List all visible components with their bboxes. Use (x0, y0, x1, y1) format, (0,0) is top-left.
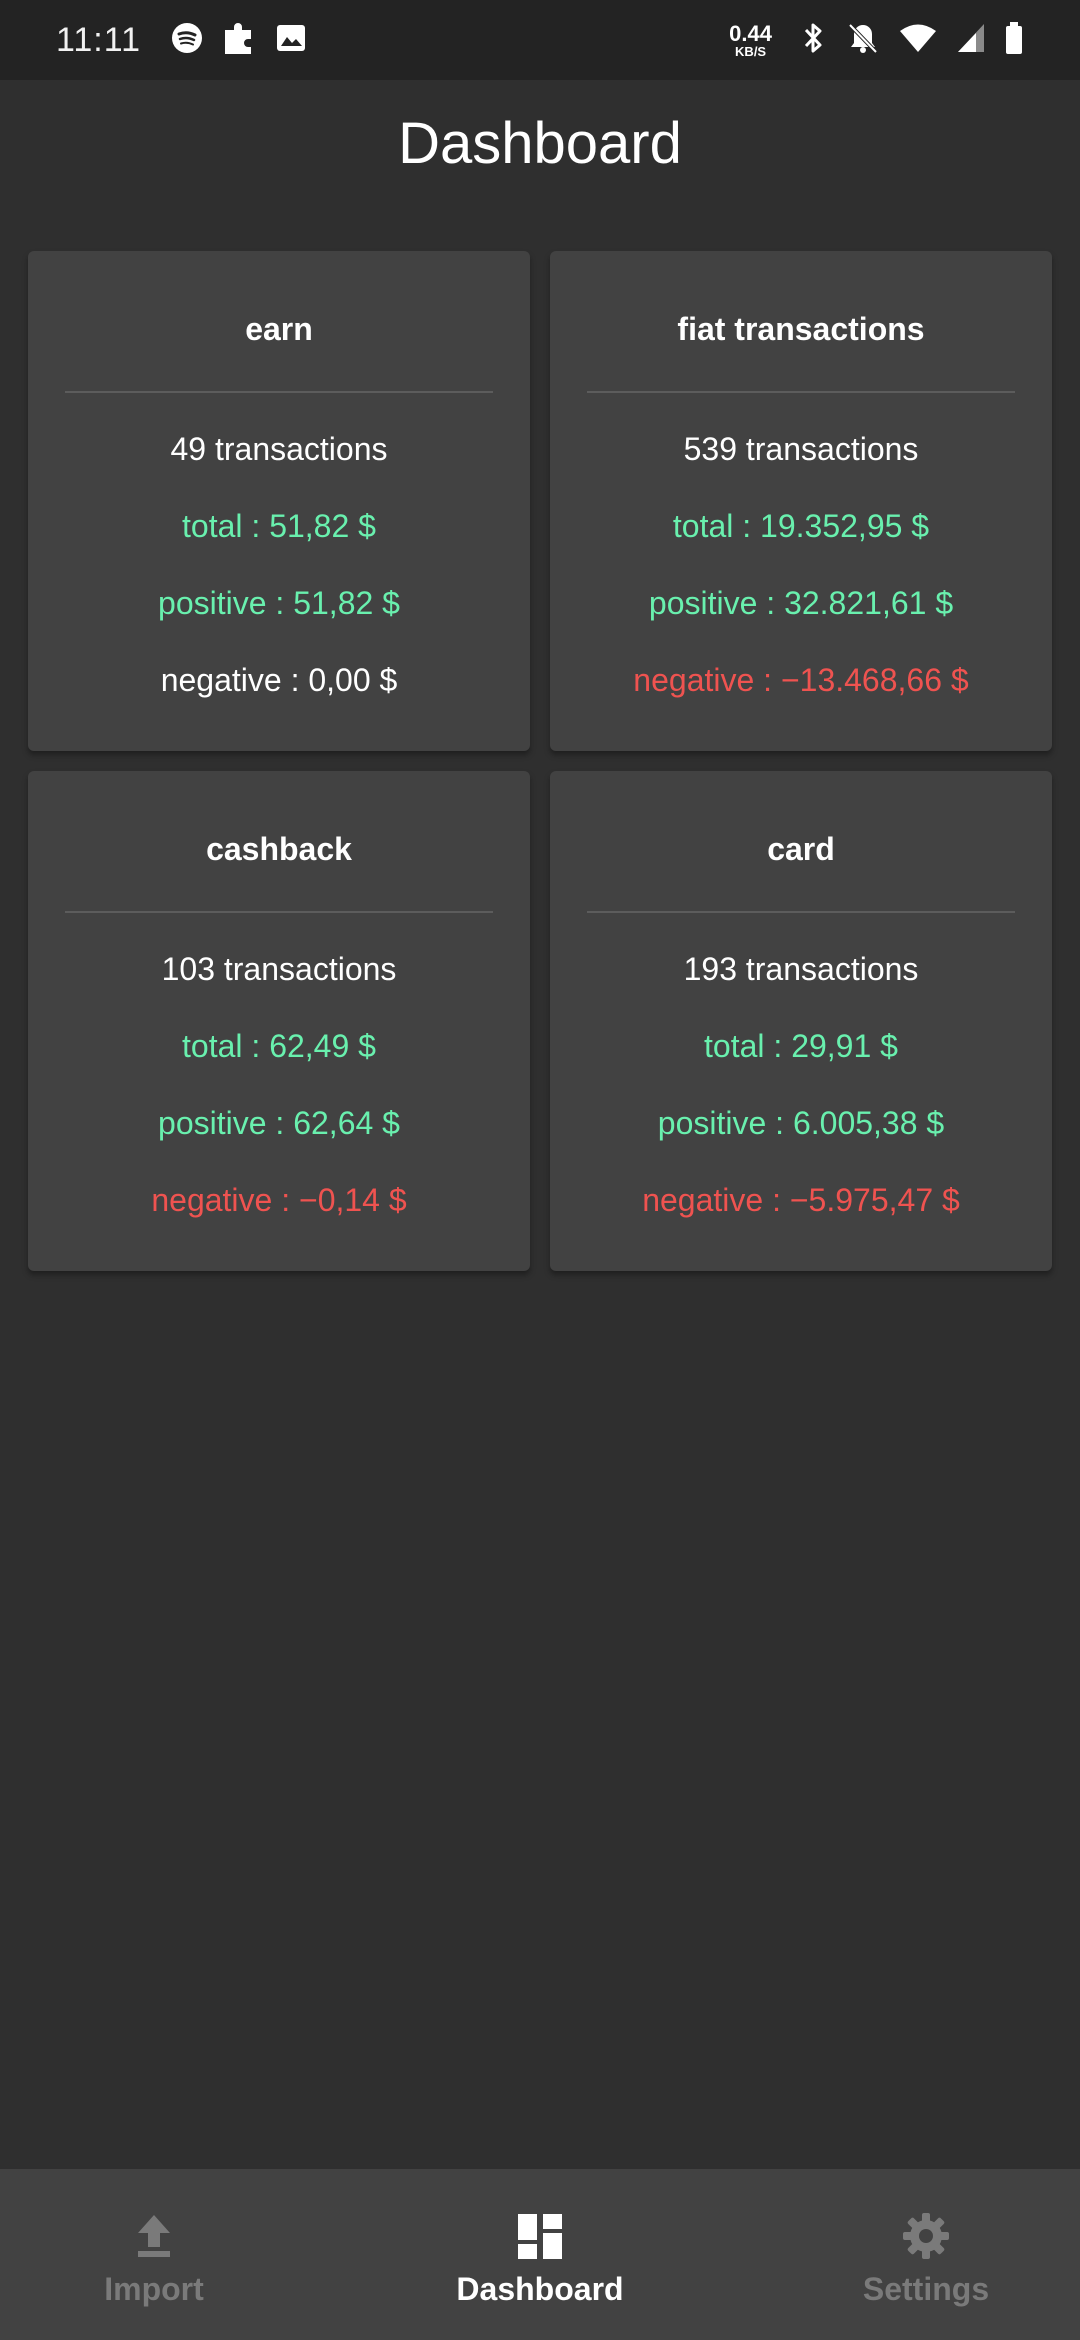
card-title: card (767, 831, 835, 867)
signal-icon (956, 22, 986, 59)
card-total: total : 62,49 $ (182, 1028, 376, 1064)
card-title: cashback (206, 831, 352, 867)
puzzle-icon (221, 20, 257, 61)
card-negative: negative : −0,14 $ (151, 1182, 407, 1218)
net-speed-value: 0.44 (729, 20, 772, 46)
net-speed-unit: KB/S (735, 43, 767, 59)
card-divider (587, 391, 1015, 393)
status-bar: 11:11 0.44 KB/S (0, 0, 1080, 80)
card-divider (65, 911, 493, 913)
nav-item-import[interactable]: Import (24, 2169, 284, 2340)
gear-icon (901, 2211, 951, 2261)
card-negative: negative : −13.468,66 $ (633, 662, 969, 698)
card-positive: positive : 32.821,61 $ (648, 585, 954, 621)
status-right: 0.44 KB/S (729, 21, 1024, 60)
nav-item-label: Settings (862, 2271, 990, 2307)
card-title: fiat transactions (677, 311, 925, 347)
summary-card-earn[interactable]: earn 49 transactions total : 51,82 $ pos… (28, 251, 530, 751)
summary-card-cashback[interactable]: cashback 103 transactions total : 62,49 … (28, 771, 530, 1271)
card-positive: positive : 51,82 $ (158, 585, 400, 621)
image-icon (275, 22, 307, 59)
card-transactions: 49 transactions (170, 431, 388, 467)
battery-icon (1004, 21, 1024, 60)
dashboard-icon (516, 2211, 564, 2261)
card-positive: positive : 62,64 $ (158, 1105, 400, 1141)
nav-item-settings[interactable]: Settings (796, 2169, 1056, 2340)
spotify-icon (171, 22, 203, 59)
card-title: earn (245, 311, 313, 347)
card-divider (65, 391, 493, 393)
status-time: 11:11 (56, 20, 142, 59)
page-title: Dashboard (398, 111, 682, 176)
card-transactions: 103 transactions (161, 951, 397, 987)
nav-item-label: Dashboard (456, 2271, 624, 2307)
card-positive: positive : 6.005,38 $ (657, 1105, 945, 1141)
nav-item-dashboard[interactable]: Dashboard (410, 2169, 670, 2340)
net-speed: 0.44 KB/S (729, 20, 772, 59)
card-total: total : 51,82 $ (182, 508, 376, 544)
status-left: 11:11 (56, 20, 307, 61)
card-total: total : 29,91 $ (704, 1028, 898, 1064)
card-divider (587, 911, 1015, 913)
card-total: total : 19.352,95 $ (672, 508, 930, 544)
bluetooth-icon (798, 21, 828, 60)
summary-cards: earn 49 transactions total : 51,82 $ pos… (28, 251, 1052, 1271)
bottom-navigation: Import Dashboard Settings (0, 2169, 1080, 2340)
bell-off-icon (846, 21, 880, 60)
nav-item-label: Import (104, 2271, 204, 2307)
card-negative: negative : −5.975,47 $ (642, 1182, 960, 1218)
wifi-icon (898, 22, 938, 59)
summary-card-card[interactable]: card 193 transactions total : 29,91 $ po… (550, 771, 1052, 1271)
card-negative: negative : 0,00 $ (160, 662, 398, 698)
summary-card-fiat-transactions[interactable]: fiat transactions 539 transactions total… (550, 251, 1052, 751)
card-transactions: 193 transactions (683, 951, 919, 987)
card-transactions: 539 transactions (683, 431, 919, 467)
upload-icon (130, 2211, 178, 2261)
